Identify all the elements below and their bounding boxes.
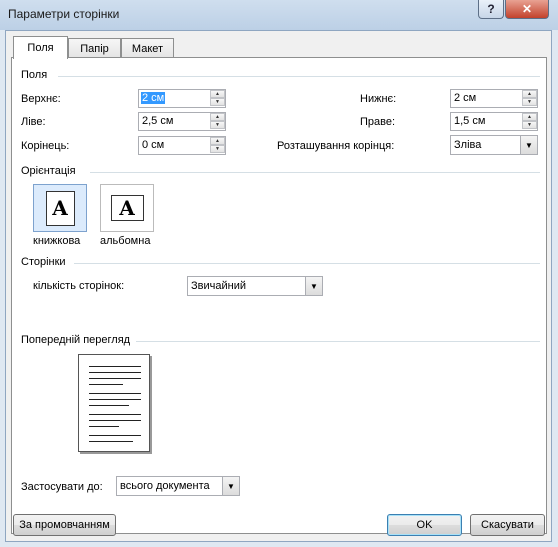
preview-line	[89, 372, 141, 373]
preview-line	[89, 366, 141, 367]
help-button[interactable]: ?	[478, 0, 504, 19]
spin-down-icon[interactable]: ▼	[522, 98, 537, 106]
chevron-down-icon[interactable]: ▼	[520, 136, 537, 154]
landscape-page-icon: A	[110, 195, 144, 221]
right-margin-value: 1,5 см	[454, 115, 486, 127]
apply-to-value: всього документа	[120, 480, 210, 492]
margins-tab-panel: Поля Верхнє: 2 см ▲ ▼ Ліве: 2,5 см ▲ ▼ Кор…	[11, 57, 547, 534]
top-margin-label: Верхнє:	[21, 93, 61, 105]
margins-section-label: Поля	[21, 69, 48, 81]
bottom-margin-field[interactable]: 2 см ▲ ▼	[450, 89, 538, 108]
preview-line	[89, 393, 141, 394]
spin-up-icon[interactable]: ▲	[522, 113, 537, 121]
multiple-pages-value: Звичайний	[191, 280, 246, 292]
preview-section-label: Попередній перегляд	[21, 334, 131, 346]
multiple-pages-select[interactable]: Звичайний ▼	[187, 276, 323, 296]
tab-margins[interactable]: Поля	[13, 36, 68, 59]
top-margin-field[interactable]: 2 см ▲ ▼	[138, 89, 226, 108]
cancel-button[interactable]: Скасувати	[470, 514, 545, 536]
preview-line	[89, 384, 123, 385]
preview-line	[89, 414, 141, 415]
tab-layout[interactable]: Макет	[121, 38, 174, 59]
close-icon: ✕	[521, 2, 533, 16]
apply-to-label: Застосувати до:	[21, 481, 103, 493]
section-divider	[136, 341, 540, 342]
preview-line	[89, 426, 119, 427]
preview-line	[89, 441, 133, 442]
right-margin-label: Праве:	[360, 116, 396, 128]
portrait-page-icon: A	[45, 190, 75, 226]
spin-down-icon[interactable]: ▼	[210, 145, 225, 153]
section-divider	[58, 76, 540, 77]
section-divider	[90, 172, 540, 173]
spin-down-icon[interactable]: ▼	[210, 121, 225, 129]
preview-line	[89, 420, 141, 421]
gutter-position-label: Розташування корінця:	[277, 140, 395, 152]
tab-paper[interactable]: Папір	[68, 38, 121, 59]
spin-down-icon[interactable]: ▼	[210, 98, 225, 106]
spin-up-icon[interactable]: ▲	[210, 90, 225, 98]
left-margin-value: 2,5 см	[142, 115, 174, 127]
landscape-label[interactable]: альбомна	[100, 235, 150, 247]
preview-line	[89, 399, 141, 400]
close-button[interactable]: ✕	[505, 0, 549, 19]
bottom-margin-value: 2 см	[454, 92, 477, 104]
preview-line	[89, 405, 129, 406]
preview-line	[89, 435, 141, 436]
spin-up-icon[interactable]: ▲	[210, 113, 225, 121]
portrait-option[interactable]: A	[33, 184, 87, 232]
top-margin-value: 2 см	[141, 92, 166, 104]
landscape-option[interactable]: A	[100, 184, 154, 232]
ok-button[interactable]: OK	[387, 514, 462, 536]
pages-section-label: Сторінки	[21, 256, 66, 268]
left-margin-label: Ліве:	[21, 116, 46, 128]
chevron-down-icon[interactable]: ▼	[222, 477, 239, 495]
gutter-label: Корінець:	[21, 140, 70, 152]
section-divider	[74, 263, 540, 264]
gutter-field[interactable]: 0 см ▲ ▼	[138, 136, 226, 155]
right-margin-field[interactable]: 1,5 см ▲ ▼	[450, 112, 538, 131]
multiple-pages-label: кількість сторінок:	[33, 280, 125, 292]
bottom-margin-label: Нижнє:	[360, 93, 397, 105]
dialog-body: Поля Папір Макет Поля Верхнє: 2 см ▲ ▼ Лі…	[5, 30, 552, 542]
help-icon: ?	[487, 2, 495, 16]
spin-down-icon[interactable]: ▼	[522, 121, 537, 129]
portrait-label[interactable]: книжкова	[33, 235, 80, 247]
page-preview	[78, 354, 150, 452]
window-title: Параметри сторінки	[8, 7, 120, 21]
left-margin-field[interactable]: 2,5 см ▲ ▼	[138, 112, 226, 131]
set-as-default-button[interactable]: За промовчанням	[13, 514, 116, 536]
chevron-down-icon[interactable]: ▼	[305, 277, 322, 295]
gutter-position-select[interactable]: Зліва ▼	[450, 135, 538, 155]
preview-line	[89, 378, 141, 379]
apply-to-select[interactable]: всього документа ▼	[116, 476, 240, 496]
title-bar[interactable]: Параметри сторінки ? ✕	[0, 0, 558, 30]
gutter-position-value: Зліва	[454, 139, 482, 151]
spin-up-icon[interactable]: ▲	[522, 90, 537, 98]
orientation-section-label: Орієнтація	[21, 165, 76, 177]
gutter-value: 0 см	[142, 139, 165, 151]
spin-up-icon[interactable]: ▲	[210, 137, 225, 145]
